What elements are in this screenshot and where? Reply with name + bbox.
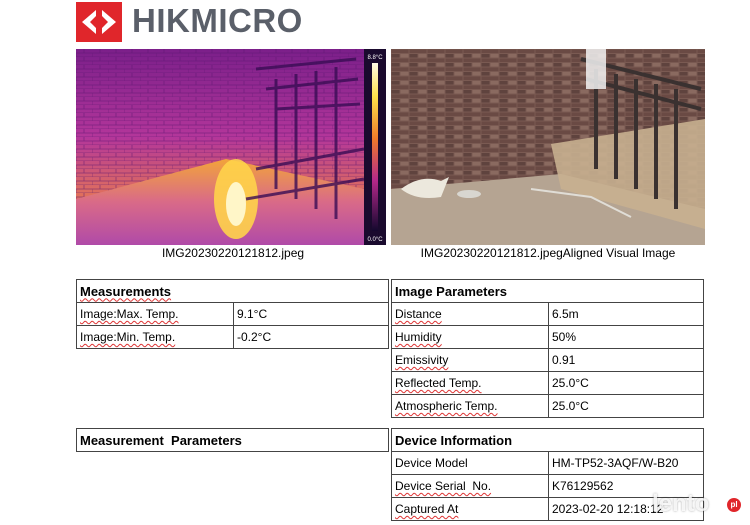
parameter-label: Distance xyxy=(391,302,549,326)
device-information-title: Device Information xyxy=(391,428,704,452)
parameter-label: Atmospheric Temp. xyxy=(391,394,549,418)
parameter-label: Humidity xyxy=(391,325,549,349)
watermark-badge: pl xyxy=(727,498,741,512)
thermal-image: 8.8°C 0.0°C xyxy=(76,49,386,245)
device-value: HM-TP52-3AQF/W-B20 xyxy=(548,451,704,475)
measurements-table: Measurements Image:Max. Temp. 9.1°C Imag… xyxy=(76,279,389,349)
measurement-value: 9.1°C xyxy=(233,302,389,326)
table-row: Atmospheric Temp. 25.0°C xyxy=(391,394,704,418)
measurements-title: Measurements xyxy=(76,279,389,303)
image-parameters-title: Image Parameters xyxy=(391,279,704,303)
table-row: Image:Max. Temp. 9.1°C xyxy=(76,302,389,326)
parameter-value: 25.0°C xyxy=(548,371,704,395)
device-label: Captured At xyxy=(391,497,549,521)
table-row: Reflected Temp. 25.0°C xyxy=(391,371,704,395)
brand-logo-icon xyxy=(76,2,122,42)
parameter-label: Reflected Temp. xyxy=(391,371,549,395)
thermal-scale-max: 8.8°C xyxy=(367,55,383,61)
table-header-row: Device Information xyxy=(391,428,704,452)
table-header-row: Measurements xyxy=(76,279,389,303)
table-row: Emissivity 0.91 xyxy=(391,348,704,372)
table-header-row: Image Parameters xyxy=(391,279,704,303)
table-row: Image:Min. Temp. -0.2°C xyxy=(76,325,389,349)
table-header-row: Measurement Parameters xyxy=(76,428,389,452)
parameter-value: 50% xyxy=(548,325,704,349)
table-row: Device Model HM-TP52-3AQF/W-B20 xyxy=(391,451,704,475)
measurement-label: Image:Min. Temp. xyxy=(76,325,234,349)
thermal-scale-min: 0.0°C xyxy=(367,237,383,243)
brand-name: HIKMICRO xyxy=(132,2,303,39)
device-label: Device Serial No. xyxy=(391,474,549,498)
parameter-value: 6.5m xyxy=(548,302,704,326)
measurement-label: Image:Max. Temp. xyxy=(76,302,234,326)
image-parameters-table: Image Parameters Distance 6.5m Humidity … xyxy=(391,279,704,418)
thermal-image-caption: IMG20230220121812.jpeg xyxy=(161,246,305,260)
table-row: Humidity 50% xyxy=(391,325,704,349)
measurement-value: -0.2°C xyxy=(233,325,389,349)
table-row: Distance 6.5m xyxy=(391,302,704,326)
parameter-label: Emissivity xyxy=(391,348,549,372)
measurement-parameters-title: Measurement Parameters xyxy=(76,428,389,452)
parameter-value: 0.91 xyxy=(548,348,704,372)
visual-image-caption: IMG20230220121812.jpegAligned Visual Ima… xyxy=(420,246,676,260)
visual-image xyxy=(391,49,705,245)
watermark-text: lento xyxy=(652,490,710,517)
measurement-parameters-table: Measurement Parameters xyxy=(76,428,389,452)
parameter-value: 25.0°C xyxy=(548,394,704,418)
device-label: Device Model xyxy=(391,451,549,475)
